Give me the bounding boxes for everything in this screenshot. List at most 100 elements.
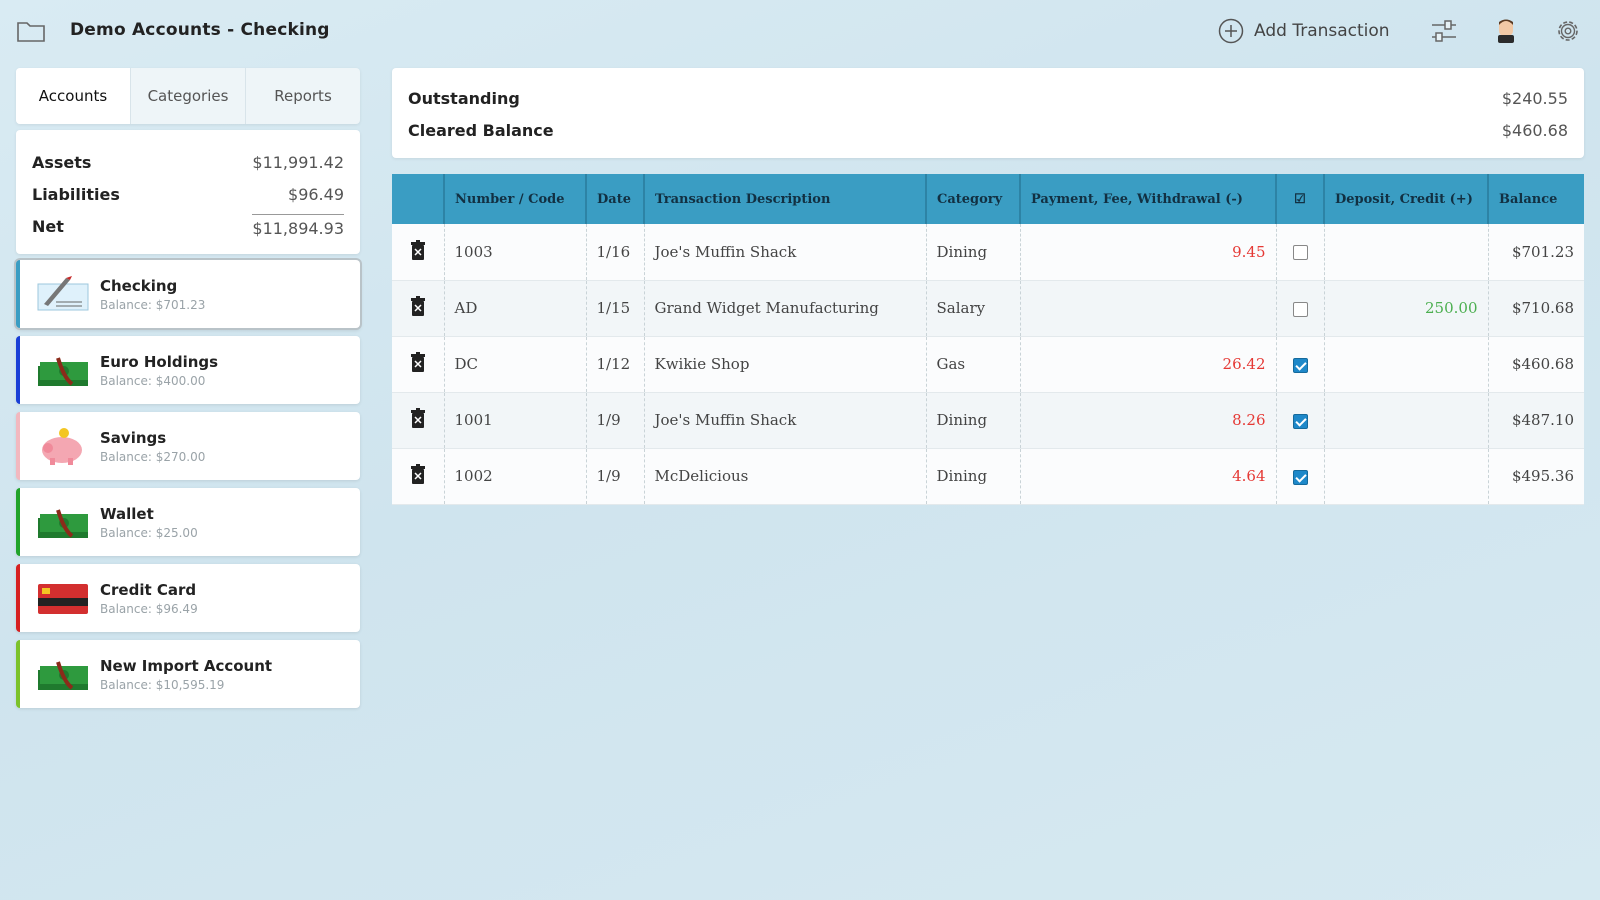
table-row[interactable]: 1002 1/9 McDelicious Dining 4.64 $495.36 — [392, 448, 1584, 505]
payment-cell[interactable]: 9.45 — [1020, 224, 1277, 281]
account-card-checking[interactable]: Checking Balance: $701.23 — [16, 260, 360, 328]
account-card-euro-holdings[interactable]: Euro Holdings Balance: $400.00 — [16, 336, 360, 404]
add-transaction-label: Add Transaction — [1254, 21, 1390, 41]
cleared-checkbox[interactable] — [1292, 469, 1308, 485]
category-cell[interactable]: Gas — [926, 336, 1021, 393]
number-cell[interactable]: 1003 — [444, 224, 587, 281]
cleared-balance-row: Cleared Balance $460.68 — [408, 114, 1568, 146]
column-header-cleared[interactable]: ☑ — [1276, 174, 1325, 224]
date-cell[interactable]: 1/9 — [586, 392, 645, 449]
account-balance: Balance: $400.00 — [100, 373, 206, 388]
account-name: Checking — [100, 276, 178, 295]
filter-sliders-icon[interactable] — [1428, 15, 1460, 47]
cleared-checkbox[interactable] — [1292, 413, 1308, 429]
accounts-summary: Assets $11,991.42 Liabilities $96.49 Net… — [16, 130, 360, 254]
table-row[interactable]: 1001 1/9 Joe's Muffin Shack Dining 8.26 $487.… — [392, 392, 1584, 449]
cleared-cell — [1276, 392, 1325, 449]
add-transaction-button[interactable]: Add Transaction — [1218, 16, 1390, 46]
description-cell[interactable]: Joe's Muffin Shack — [644, 392, 927, 449]
column-header-date[interactable]: Date — [586, 174, 645, 224]
account-name: Credit Card — [100, 580, 197, 599]
cleared-cell — [1276, 448, 1325, 505]
trash-icon[interactable] — [410, 464, 426, 484]
column-header-balance[interactable]: Balance — [1488, 174, 1584, 224]
category-cell[interactable]: Dining — [926, 392, 1021, 449]
assets-value: $11,991.42 — [252, 152, 344, 172]
account-card-wallet[interactable]: Wallet Balance: $25.00 — [16, 488, 360, 556]
net-label: Net — [32, 216, 64, 236]
cleared-checkbox[interactable] — [1292, 245, 1308, 261]
column-header-category[interactable]: Category — [926, 174, 1021, 224]
tab-categories[interactable]: Categories — [131, 68, 246, 124]
description-cell[interactable]: Grand Widget Manufacturing — [644, 280, 927, 337]
cleared-checkbox[interactable] — [1292, 357, 1308, 373]
cleared-cell — [1276, 224, 1325, 281]
page-title: Demo Accounts - Checking — [70, 20, 330, 40]
number-cell[interactable]: AD — [444, 280, 587, 337]
payment-cell[interactable] — [1020, 280, 1277, 337]
payment-cell[interactable]: 8.26 — [1020, 392, 1277, 449]
trash-icon[interactable] — [410, 296, 426, 316]
date-cell[interactable]: 1/15 — [586, 280, 645, 337]
number-cell[interactable]: 1001 — [444, 392, 587, 449]
balance-cell: $460.68 — [1488, 336, 1584, 393]
date-cell[interactable]: 1/9 — [586, 448, 645, 505]
description-cell[interactable]: McDelicious — [644, 448, 927, 505]
description-cell[interactable]: Joe's Muffin Shack — [644, 224, 927, 281]
deposit-cell[interactable] — [1324, 392, 1489, 449]
trash-icon[interactable] — [410, 352, 426, 372]
account-name: Euro Holdings — [100, 352, 219, 371]
payment-cell[interactable]: 4.64 — [1020, 448, 1277, 505]
liabilities-value: $96.49 — [288, 184, 344, 204]
column-header-payment[interactable]: Payment, Fee, Withdrawal (-) — [1020, 174, 1277, 224]
tab-accounts[interactable]: Accounts — [16, 68, 131, 124]
account-card-credit-card[interactable]: Credit Card Balance: $96.49 — [16, 564, 360, 632]
outstanding-row: Outstanding $240.55 — [408, 82, 1568, 114]
table-row[interactable]: AD 1/15 Grand Widget Manufacturing Salary 25… — [392, 280, 1584, 337]
category-cell[interactable]: Dining — [926, 448, 1021, 505]
payment-cell[interactable]: 26.42 — [1020, 336, 1277, 393]
account-balance: Balance: $25.00 — [100, 525, 198, 540]
net-row: Net $11,894.93 — [32, 210, 344, 242]
category-cell[interactable]: Dining — [926, 224, 1021, 281]
money-stack-icon — [38, 661, 88, 690]
column-header-number[interactable]: Number / Code — [444, 174, 587, 224]
account-balance: Balance: $10,595.19 — [100, 677, 225, 692]
description-cell[interactable]: Kwikie Shop — [644, 336, 927, 393]
delete-cell — [392, 392, 445, 449]
category-cell[interactable]: Salary — [926, 280, 1021, 337]
delete-column-header — [392, 174, 445, 224]
trash-icon[interactable] — [410, 408, 426, 428]
deposit-cell[interactable] — [1324, 224, 1489, 281]
outstanding-label: Outstanding — [408, 88, 520, 108]
delete-cell — [392, 224, 445, 281]
number-cell[interactable]: DC — [444, 336, 587, 393]
account-balance: Balance: $96.49 — [100, 601, 198, 616]
account-balance: Balance: $270.00 — [100, 449, 206, 464]
column-header-description[interactable]: Transaction Description — [644, 174, 927, 224]
date-cell[interactable]: 1/12 — [586, 336, 645, 393]
cleared-checkbox[interactable] — [1292, 301, 1308, 317]
money-stack-icon — [38, 509, 88, 538]
trash-icon[interactable] — [410, 239, 426, 260]
date-cell[interactable]: 1/16 — [586, 224, 645, 281]
account-card-savings[interactable]: Savings Balance: $270.00 — [16, 412, 360, 480]
table-row[interactable]: DC 1/12 Kwikie Shop Gas 26.42 $460.68 — [392, 336, 1584, 393]
assets-row: Assets $11,991.42 — [32, 146, 344, 178]
net-value: $11,894.93 — [252, 214, 344, 238]
balance-summary-panel: Outstanding $240.55 Cleared Balance $460… — [392, 68, 1584, 158]
tab-reports[interactable]: Reports — [246, 68, 360, 124]
check-writing-icon — [37, 276, 89, 311]
deposit-cell[interactable] — [1324, 336, 1489, 393]
user-avatar-icon[interactable] — [1490, 15, 1522, 47]
column-header-deposit[interactable]: Deposit, Credit (+) — [1324, 174, 1489, 224]
folder-icon[interactable] — [16, 19, 46, 43]
deposit-cell[interactable] — [1324, 448, 1489, 505]
cleared-balance-value: $460.68 — [1501, 120, 1568, 140]
gear-icon[interactable] — [1552, 15, 1584, 47]
deposit-cell[interactable]: 250.00 — [1324, 280, 1489, 337]
cleared-balance-label: Cleared Balance — [408, 120, 554, 140]
table-row[interactable]: 1003 1/16 Joe's Muffin Shack Dining 9.45 $701… — [392, 224, 1584, 281]
account-card-new-import-account[interactable]: New Import Account Balance: $10,595.19 — [16, 640, 360, 708]
number-cell[interactable]: 1002 — [444, 448, 587, 505]
